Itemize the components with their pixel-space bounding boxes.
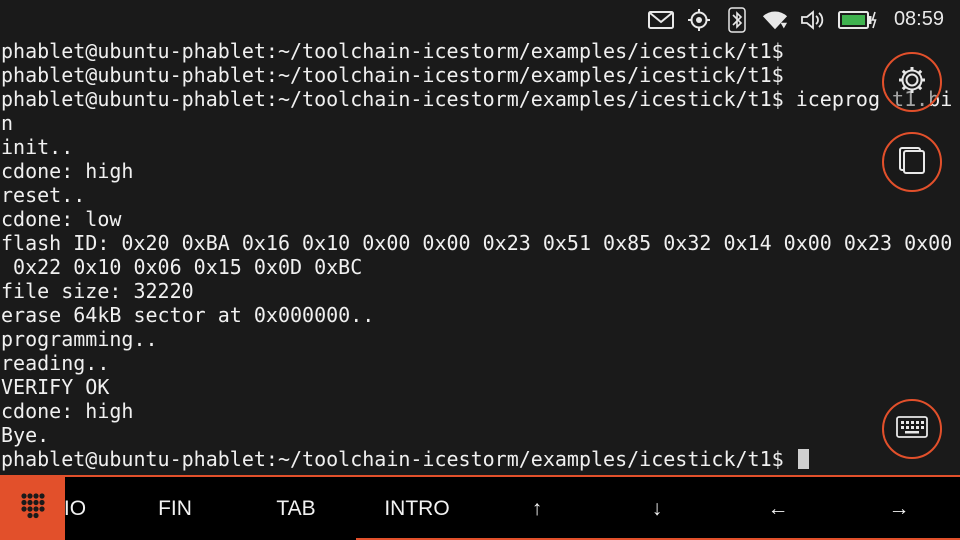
terminal-line: Bye. bbox=[1, 423, 50, 447]
windows-icon bbox=[897, 145, 927, 179]
settings-button[interactable] bbox=[882, 52, 942, 112]
key-intro[interactable]: INTRO bbox=[357, 477, 477, 540]
status-time: 08:59 bbox=[893, 8, 944, 30]
keypad-menu-icon bbox=[17, 490, 49, 526]
terminal-line: init.. bbox=[1, 135, 74, 159]
extra-keys-bar: IO FIN TAB INTRO ↑ ↓ ← → bbox=[0, 475, 960, 540]
terminal-line: n bbox=[1, 111, 14, 135]
terminal-line: cdone: low bbox=[1, 207, 122, 231]
text-cursor bbox=[797, 449, 809, 469]
volume-icon[interactable] bbox=[800, 7, 826, 33]
key-left-arrow[interactable]: ← bbox=[718, 477, 838, 540]
terminal-line: phablet@ubuntu-phablet:~/toolchain-icest… bbox=[1, 87, 953, 111]
key-right-arrow[interactable]: → bbox=[839, 477, 959, 540]
terminal-line: phablet@ubuntu-phablet:~/toolchain-icest… bbox=[1, 39, 784, 63]
status-bar: 08:59 bbox=[0, 0, 960, 39]
terminal-line: 0x22 0x10 0x06 0x15 0x0D 0xBC bbox=[1, 255, 363, 279]
key-tab[interactable]: TAB bbox=[236, 477, 356, 540]
key-up-arrow[interactable]: ↑ bbox=[477, 477, 597, 540]
terminal-line: cdone: high bbox=[1, 399, 134, 423]
key-down-arrow[interactable]: ↓ bbox=[597, 477, 717, 540]
bluetooth-icon[interactable] bbox=[724, 6, 750, 33]
messages-icon[interactable] bbox=[647, 7, 674, 33]
wifi-icon[interactable] bbox=[762, 7, 788, 33]
terminal-line: phablet@ubuntu-phablet:~/toolchain-icest… bbox=[1, 63, 784, 87]
terminal-prompt-line[interactable]: phablet@ubuntu-phablet:~/toolchain-icest… bbox=[0, 447, 960, 471]
terminal-line: programming.. bbox=[1, 327, 158, 351]
terminal-line: file size: 32220 bbox=[1, 279, 194, 303]
terminal-line: VERIFY OK bbox=[1, 375, 110, 399]
terminal-line: cdone: high bbox=[1, 159, 134, 183]
keyboard-button[interactable] bbox=[882, 399, 942, 459]
terminal-line: reading.. bbox=[1, 351, 110, 375]
terminal-line: reset.. bbox=[1, 183, 86, 207]
battery-charging-icon[interactable] bbox=[837, 7, 878, 33]
location-icon[interactable] bbox=[686, 7, 712, 33]
terminal-line: flash ID: 0x20 0xBA 0x16 0x10 0x00 0x00 … bbox=[1, 231, 953, 255]
terminal-prompt: phablet@ubuntu-phablet:~/toolchain-icest… bbox=[1, 447, 796, 471]
gear-icon bbox=[897, 65, 927, 99]
terminal-output[interactable]: phablet@ubuntu-phablet:~/toolchain-icest… bbox=[0, 39, 960, 475]
windows-button[interactable] bbox=[882, 132, 942, 192]
keyboard-icon bbox=[896, 416, 928, 442]
terminal-line: erase 64kB sector at 0x000000.. bbox=[1, 303, 375, 327]
key-fin[interactable]: FIN bbox=[115, 477, 235, 540]
menu-button[interactable] bbox=[0, 475, 65, 540]
